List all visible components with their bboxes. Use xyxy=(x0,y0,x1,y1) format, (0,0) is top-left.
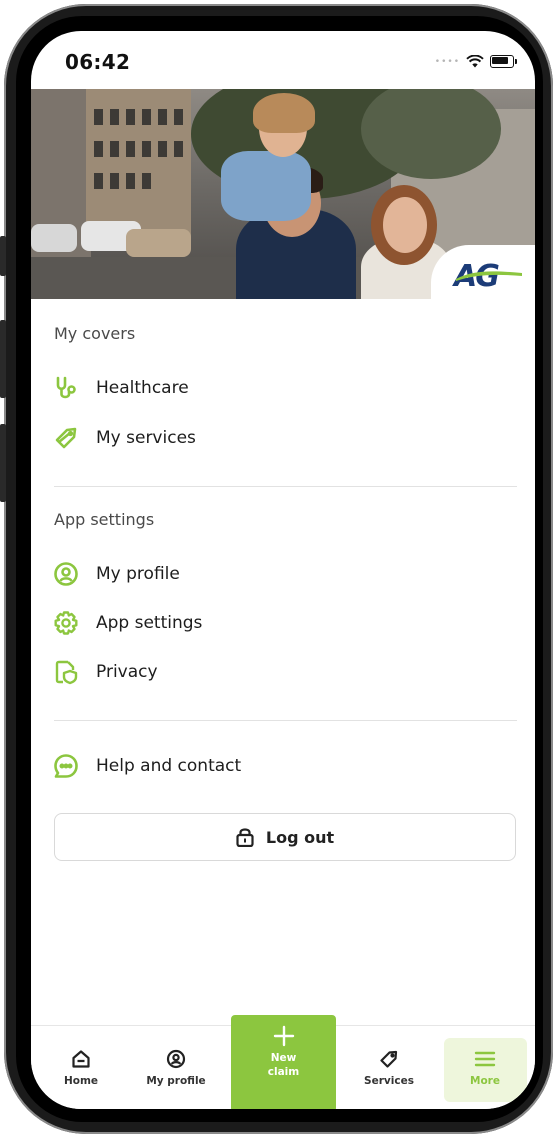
divider xyxy=(54,720,517,721)
nav-more[interactable]: More xyxy=(445,1026,525,1109)
menu-label: Healthcare xyxy=(96,378,189,398)
nav-home[interactable]: Home xyxy=(41,1026,121,1109)
gear-icon xyxy=(52,609,80,637)
menu-label: My profile xyxy=(96,564,180,584)
nav-label: More xyxy=(470,1075,500,1087)
screen: 06:42 •••• AG My covers Healthcare My se… xyxy=(31,31,535,1109)
hero-child-hair xyxy=(253,93,315,133)
menu-item-app-settings[interactable]: App settings xyxy=(52,605,512,641)
logout-label: Log out xyxy=(265,827,335,847)
nav-label: Services xyxy=(364,1075,414,1087)
battery-nub xyxy=(515,59,517,64)
new-claim-button[interactable]: New claim xyxy=(231,1015,336,1109)
status-time: 06:42 xyxy=(65,50,131,74)
status-icons: •••• xyxy=(435,55,517,68)
tag-icon xyxy=(52,424,80,452)
side-button-silent xyxy=(0,236,6,276)
logout-button[interactable]: Log out xyxy=(54,813,516,861)
hero-mother-head xyxy=(383,197,427,253)
section-title-settings: App settings xyxy=(54,510,155,529)
nav-label: Home xyxy=(63,1075,99,1087)
menu-label: Privacy xyxy=(96,662,158,682)
tag-icon xyxy=(379,1048,399,1070)
shield-document-icon xyxy=(52,658,80,686)
ag-logo: AG xyxy=(452,259,522,289)
lock-icon xyxy=(236,828,254,847)
stethoscope-icon xyxy=(52,374,80,402)
menu-item-my-profile[interactable]: My profile xyxy=(52,556,512,592)
hero-car xyxy=(31,224,77,252)
nav-my-profile[interactable]: My profile xyxy=(136,1026,216,1109)
side-button-volume-down xyxy=(0,424,6,502)
hero-child xyxy=(221,151,311,221)
battery-icon xyxy=(490,55,514,68)
nav-label: My profile xyxy=(146,1075,206,1087)
menu-label: My services xyxy=(96,428,196,448)
user-circle-icon xyxy=(52,560,80,588)
section-title-covers: My covers xyxy=(54,324,136,343)
menu-item-healthcare[interactable]: Healthcare xyxy=(52,370,512,406)
side-button-volume-up xyxy=(0,320,6,398)
hero-image: AG xyxy=(31,89,535,299)
user-circle-icon xyxy=(166,1048,186,1070)
home-icon xyxy=(71,1048,91,1070)
wifi-icon xyxy=(466,55,484,68)
new-claim-label: New claim xyxy=(267,1052,300,1078)
plus-icon xyxy=(273,1025,294,1047)
divider xyxy=(54,486,517,487)
menu-label: App settings xyxy=(96,613,203,633)
menu-item-help-contact[interactable]: Help and contact xyxy=(52,748,512,784)
signal-icon: •••• xyxy=(434,56,460,67)
hamburger-menu-icon xyxy=(474,1048,496,1070)
nav-services[interactable]: Services xyxy=(349,1026,429,1109)
menu-label: Help and contact xyxy=(96,756,242,776)
chat-bubble-icon xyxy=(52,752,80,780)
menu-item-privacy[interactable]: Privacy xyxy=(52,654,512,690)
menu-item-my-services[interactable]: My services xyxy=(52,420,512,456)
hero-car xyxy=(126,229,191,257)
status-bar: 06:42 •••• xyxy=(31,31,535,89)
